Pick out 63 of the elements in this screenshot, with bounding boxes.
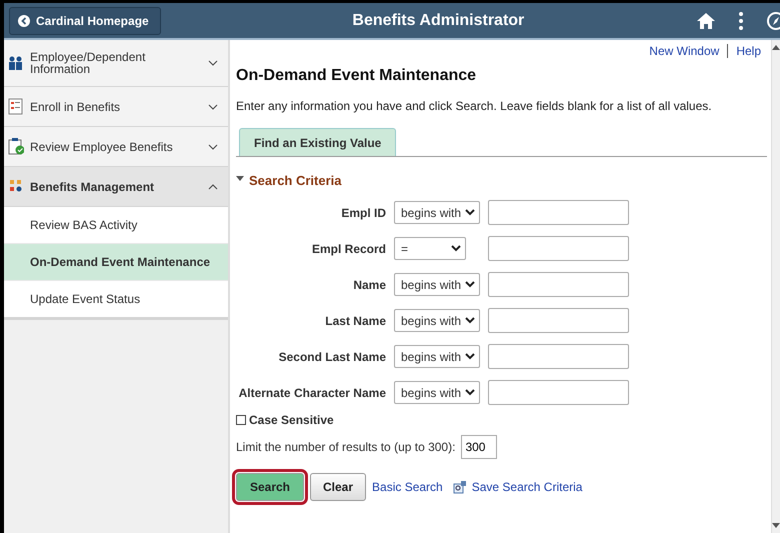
text-input[interactable] xyxy=(488,272,629,297)
page-title: On-Demand Event Maintenance xyxy=(236,67,478,85)
expand-icon xyxy=(208,142,218,150)
collapse-icon xyxy=(208,182,218,190)
operator-dropdown[interactable]: begins with xyxy=(394,273,480,296)
sidebar-group-label: Benefits Management xyxy=(30,180,156,192)
limit-input[interactable]: 300 xyxy=(461,435,498,459)
field-label: Empl ID xyxy=(340,206,386,220)
clear-button[interactable]: Clear xyxy=(310,473,366,501)
field-label: Empl Record xyxy=(310,242,386,256)
link[interactable]: Save Search Criteria xyxy=(472,480,582,494)
text-input[interactable] xyxy=(488,344,629,369)
page-header-title: Benefits Administrator xyxy=(351,12,526,30)
sidebar-item[interactable]: Review BAS Activity xyxy=(4,207,228,244)
limit-label: Limit the number of results to (up to 300): xyxy=(236,440,456,454)
link[interactable]: Help xyxy=(736,44,761,58)
instructions-text: Enter any information you have and click Search. Leave fields blank for a list of all values. xyxy=(236,99,713,113)
scrollbar[interactable] xyxy=(771,40,780,533)
link[interactable]: Basic Search xyxy=(372,480,443,494)
sidebar-group-label: Enroll in Benefits xyxy=(30,100,122,112)
operator-dropdown[interactable]: = xyxy=(394,237,466,260)
caret-icon xyxy=(465,389,475,396)
expand-icon xyxy=(208,59,218,67)
back-button[interactable]: Cardinal Homepage xyxy=(9,6,161,34)
link[interactable]: New Window xyxy=(649,44,720,58)
more-options-icon[interactable] xyxy=(738,10,744,30)
sidebar-group-label: Review Employee Benefits xyxy=(30,140,174,152)
sidebar-item[interactable]: On-Demand Event Maintenance xyxy=(4,244,228,281)
sidebar-item[interactable]: Update Event Status xyxy=(4,281,228,320)
text-input[interactable] xyxy=(488,236,629,261)
caret-icon xyxy=(465,209,475,216)
text-input[interactable] xyxy=(488,380,629,405)
caret-icon xyxy=(465,317,475,324)
save-search-icon xyxy=(452,480,466,494)
checkbox-label: Case Sensitive xyxy=(249,413,334,427)
operator-dropdown[interactable]: begins with xyxy=(394,381,480,404)
caret-icon xyxy=(465,353,475,360)
caret-icon xyxy=(451,245,461,252)
section-title: Search Criteria xyxy=(249,172,342,188)
sidebar-group-label: Employee/Dependent Information xyxy=(30,51,146,75)
operator-dropdown[interactable]: begins with xyxy=(394,309,480,332)
checkbox[interactable] xyxy=(236,415,246,425)
clipboard-check-icon xyxy=(8,138,24,155)
field-label: Alternate Character Name xyxy=(238,386,386,400)
field-label: Last Name xyxy=(324,314,386,328)
operator-dropdown[interactable]: begins with xyxy=(394,201,480,224)
text-input[interactable] xyxy=(488,308,629,333)
tab[interactable]: Find an Existing Value xyxy=(239,128,396,156)
field-label: Name xyxy=(352,278,386,292)
home-icon[interactable] xyxy=(696,12,716,30)
checklist-icon xyxy=(8,98,24,115)
field-label: Second Last Name xyxy=(278,350,386,364)
caret-icon xyxy=(465,281,475,288)
scroll-down-icon[interactable] xyxy=(772,523,780,528)
sidebar-group[interactable]: Benefits Management xyxy=(4,167,228,207)
section-header[interactable]: Search Criteria xyxy=(236,172,767,188)
expand-icon xyxy=(208,102,218,110)
scroll-up-icon[interactable] xyxy=(772,45,780,50)
people-icon xyxy=(8,54,24,72)
operator-dropdown[interactable]: begins with xyxy=(394,345,480,368)
text-input[interactable] xyxy=(488,200,629,225)
back-icon[interactable] xyxy=(18,14,30,26)
compass-icon[interactable] xyxy=(766,10,780,30)
